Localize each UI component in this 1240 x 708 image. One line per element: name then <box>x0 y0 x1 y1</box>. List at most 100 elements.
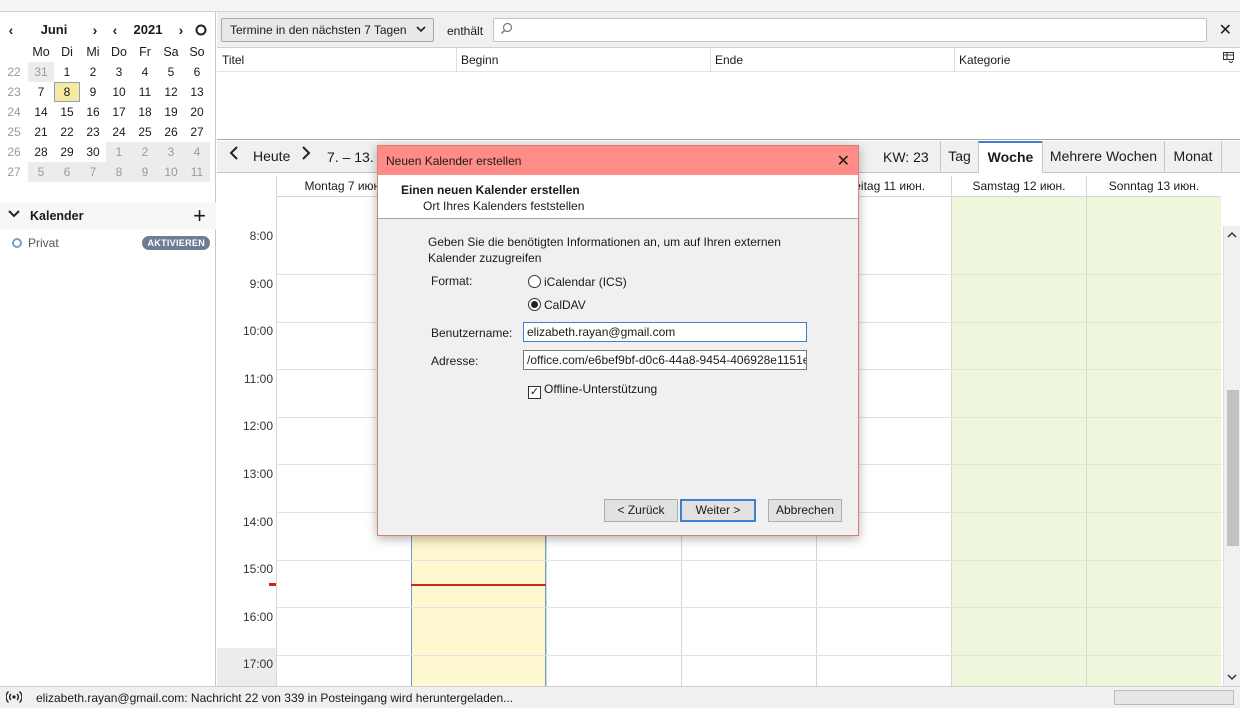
status-bar: elizabeth.rayan@gmail.com: Nachricht 22 … <box>0 686 1240 708</box>
format-ics-radio[interactable]: iCalendar (ICS) <box>528 275 627 289</box>
calendar-day[interactable]: 2 <box>80 62 106 82</box>
search-icon <box>500 22 513 38</box>
calendar-day[interactable]: 24 <box>106 122 132 142</box>
week-scrollbar[interactable] <box>1223 226 1240 686</box>
calendar-day[interactable]: 16 <box>80 102 106 122</box>
calendar-day[interactable]: 9 <box>80 82 106 102</box>
calendar-day[interactable]: 3 <box>158 142 184 162</box>
week-number: 23 <box>7 85 21 99</box>
calendar-day[interactable]: 22 <box>54 122 80 142</box>
add-calendar-icon[interactable]: + <box>193 203 206 229</box>
current-time-marker <box>269 583 276 587</box>
scroll-up-icon[interactable] <box>1227 230 1237 242</box>
column-begin[interactable]: Beginn <box>461 53 498 67</box>
calendar-day[interactable]: 31 <box>28 62 54 82</box>
calendar-day[interactable]: 21 <box>28 122 54 142</box>
calendar-day[interactable]: 27 <box>184 122 210 142</box>
calendar-day[interactable]: 10 <box>158 162 184 182</box>
address-field[interactable]: /office.com/e6bef9bf-d0c6-44a8-9454-4069… <box>523 350 807 370</box>
tab-multiweek[interactable]: Mehrere Wochen <box>1042 141 1164 173</box>
calendar-day[interactable]: 7 <box>80 162 106 182</box>
today-button[interactable]: Heute <box>253 148 290 164</box>
previous-week-button[interactable] <box>229 146 239 165</box>
column-picker-icon[interactable] <box>1223 52 1234 66</box>
calendar-day[interactable]: 7 <box>28 82 54 102</box>
column-title[interactable]: Titel <box>222 53 244 67</box>
cancel-button[interactable]: Abbrechen <box>768 499 842 522</box>
event-filter-select[interactable]: Termine in den nächsten 7 Tagen <box>221 18 434 42</box>
calendar-day[interactable]: 28 <box>28 142 54 162</box>
scrollbar-thumb[interactable] <box>1227 390 1239 546</box>
calendar-day[interactable]: 30 <box>80 142 106 162</box>
calendar-day[interactable]: 12 <box>158 82 184 102</box>
calendar-day[interactable]: 11 <box>184 162 210 182</box>
calendar-day[interactable]: 1 <box>54 62 80 82</box>
calendar-day[interactable]: 6 <box>54 162 80 182</box>
calendar-day[interactable]: 4 <box>184 142 210 162</box>
next-month-button[interactable]: › <box>88 22 102 38</box>
day-column[interactable] <box>951 226 1086 686</box>
day-header[interactable]: Sonntag 13 июн. <box>1086 176 1221 196</box>
calendar-day[interactable]: 10 <box>106 82 132 102</box>
calendar-day[interactable]: 14 <box>28 102 54 122</box>
offline-checkbox[interactable]: ✓ Offline-Unterstützung <box>528 382 657 399</box>
column-category[interactable]: Kategorie <box>959 53 1010 67</box>
back-button[interactable]: < Zurück <box>604 499 678 522</box>
tab-month[interactable]: Monat <box>1164 141 1222 173</box>
calendar-day[interactable]: 1 <box>106 142 132 162</box>
calendar-item-privat[interactable]: Privat AKTIVIEREN <box>0 232 216 254</box>
calendar-day[interactable]: 29 <box>54 142 80 162</box>
calendar-day[interactable]: 20 <box>184 102 210 122</box>
prev-month-button[interactable]: ‹ <box>4 22 18 38</box>
next-week-button[interactable] <box>301 146 311 165</box>
calendar-day[interactable]: 6 <box>184 62 210 82</box>
activate-badge-button[interactable]: AKTIVIEREN <box>142 236 210 250</box>
calendar-day[interactable]: 11 <box>132 82 158 102</box>
close-icon[interactable]: ✕ <box>1219 20 1232 40</box>
calendar-day[interactable]: 19 <box>158 102 184 122</box>
scroll-down-icon[interactable] <box>1227 672 1237 684</box>
calendar-day[interactable]: 15 <box>54 102 80 122</box>
online-status-icon[interactable] <box>5 690 23 707</box>
calendar-day[interactable]: 5 <box>28 162 54 182</box>
tab-week[interactable]: Woche <box>978 141 1042 173</box>
column-divider[interactable] <box>456 48 457 72</box>
hour-label: 16:00 <box>242 609 273 624</box>
calendar-day[interactable]: 13 <box>184 82 210 102</box>
calendar-day[interactable]: 5 <box>158 62 184 82</box>
offline-label: Offline-Unterstützung <box>544 382 658 396</box>
calendar-day[interactable]: 17 <box>106 102 132 122</box>
calendar-day[interactable]: 8 <box>54 82 80 102</box>
format-caldav-radio[interactable]: CalDAV <box>528 298 586 312</box>
day-column[interactable] <box>1086 226 1221 686</box>
calendar-day[interactable]: 4 <box>132 62 158 82</box>
search-input[interactable] <box>493 18 1207 42</box>
next-button[interactable]: Weiter > <box>680 499 756 522</box>
calendar-day[interactable]: 18 <box>132 102 158 122</box>
allday-cell[interactable] <box>951 196 1086 226</box>
dialog-heading: Einen neuen Kalender erstellen <box>401 183 580 197</box>
column-divider[interactable] <box>710 48 711 72</box>
calendar-day[interactable]: 25 <box>132 122 158 142</box>
allday-cell[interactable] <box>1086 196 1221 226</box>
next-year-button[interactable]: › <box>174 22 188 38</box>
prev-year-button[interactable]: ‹ <box>108 22 122 38</box>
collapse-chevron-icon[interactable] <box>8 208 20 222</box>
week-number-label: KW: 23 <box>883 149 929 165</box>
username-field[interactable]: elizabeth.rayan@gmail.com <box>523 322 807 342</box>
calendar-day[interactable]: 3 <box>106 62 132 82</box>
dialog-close-icon[interactable]: ✕ <box>837 151 850 171</box>
week-number: 22 <box>7 65 21 79</box>
calendar-day[interactable]: 2 <box>132 142 158 162</box>
day-header[interactable]: Samstag 12 июн. <box>951 176 1086 196</box>
today-circle-icon[interactable] <box>194 22 208 38</box>
hour-gridline <box>277 559 1222 561</box>
tab-day[interactable]: Tag <box>940 141 978 173</box>
calendar-day[interactable]: 8 <box>106 162 132 182</box>
calendar-day[interactable]: 23 <box>80 122 106 142</box>
column-divider[interactable] <box>954 48 955 72</box>
calendar-day[interactable]: 9 <box>132 162 158 182</box>
column-end[interactable]: Ende <box>715 53 743 67</box>
calendar-day[interactable]: 26 <box>158 122 184 142</box>
week-number: 27 <box>7 165 21 179</box>
